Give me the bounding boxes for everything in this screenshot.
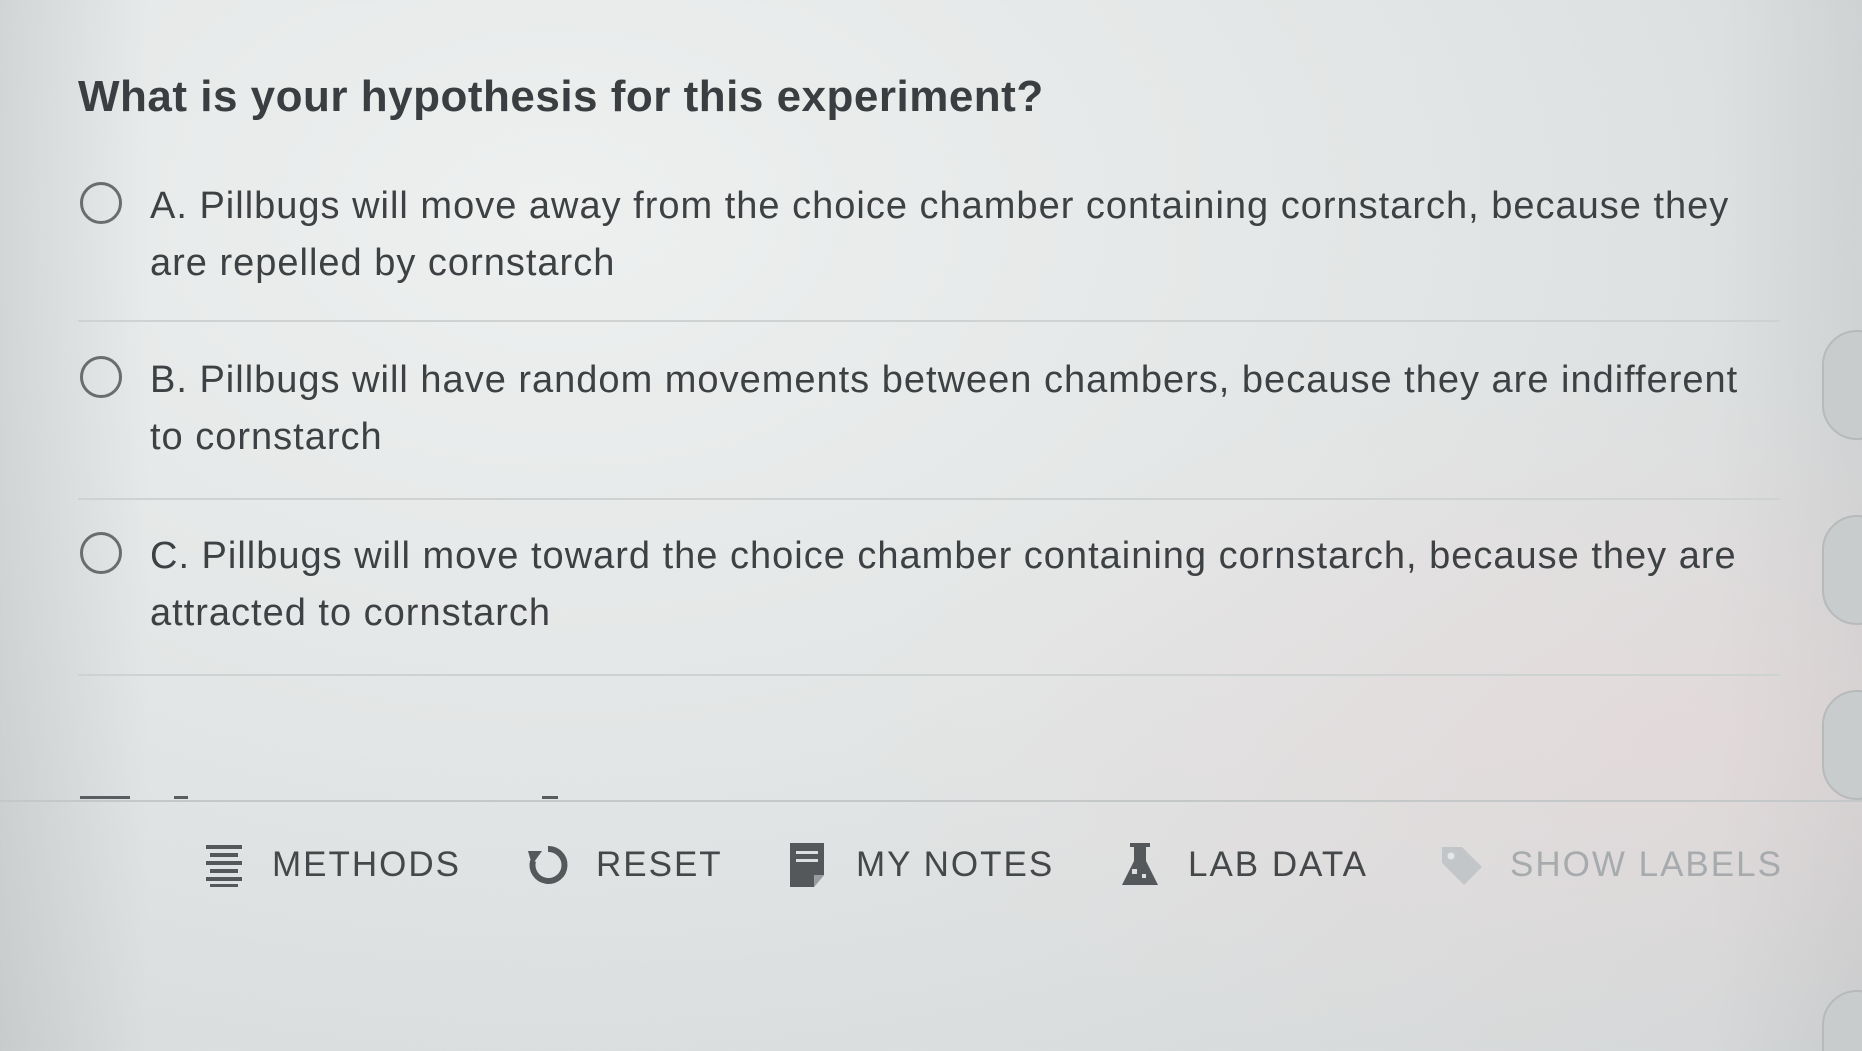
answer-option-b[interactable]: B. Pillbugs will have random movements b… (78, 352, 1780, 500)
radio-button-a[interactable] (80, 182, 122, 224)
toolbar-divider-mark (80, 796, 130, 799)
reset-label: RESET (596, 845, 723, 884)
my-notes-button[interactable]: MY NOTES (786, 830, 1054, 900)
answer-option-a[interactable]: A. Pillbugs will move away from the choi… (78, 178, 1780, 322)
side-panel-tab[interactable] (1822, 990, 1862, 1051)
lab-data-label: LAB DATA (1188, 845, 1369, 884)
reset-icon (526, 841, 570, 889)
toolbar-divider-mark (174, 796, 188, 799)
lab-data-button[interactable]: LAB DATA (1118, 830, 1368, 900)
show-labels-label: SHOW LABELS (1510, 845, 1783, 884)
side-panel-tab[interactable] (1822, 330, 1862, 440)
toolbar-divider-mark (542, 796, 558, 799)
answer-option-a-text: A. Pillbugs will move away from the choi… (150, 185, 1730, 284)
toolbar-divider (0, 800, 1862, 802)
bottom-toolbar: METHODS RESET MY NOTES LAB DATA SHOW LAB… (0, 830, 1862, 920)
question-title: What is your hypothesis for this experim… (78, 72, 1044, 121)
show-labels-button[interactable]: SHOW LABELS (1440, 830, 1783, 900)
radio-button-c[interactable] (80, 532, 122, 574)
answer-option-c-text: C. Pillbugs will move toward the choice … (150, 535, 1737, 634)
side-panel-tab[interactable] (1822, 515, 1862, 625)
flask-icon (1118, 841, 1162, 889)
methods-list-icon (202, 841, 246, 889)
my-notes-label: MY NOTES (856, 845, 1055, 884)
tag-icon (1440, 841, 1484, 889)
methods-button[interactable]: METHODS (202, 830, 461, 900)
reset-button[interactable]: RESET (526, 830, 723, 900)
answer-option-b-text: B. Pillbugs will have random movements b… (150, 359, 1739, 458)
notes-icon (786, 841, 830, 889)
side-panel-tab[interactable] (1822, 690, 1862, 800)
methods-label: METHODS (272, 845, 461, 884)
answer-option-c[interactable]: C. Pillbugs will move toward the choice … (78, 528, 1780, 676)
radio-button-b[interactable] (80, 356, 122, 398)
